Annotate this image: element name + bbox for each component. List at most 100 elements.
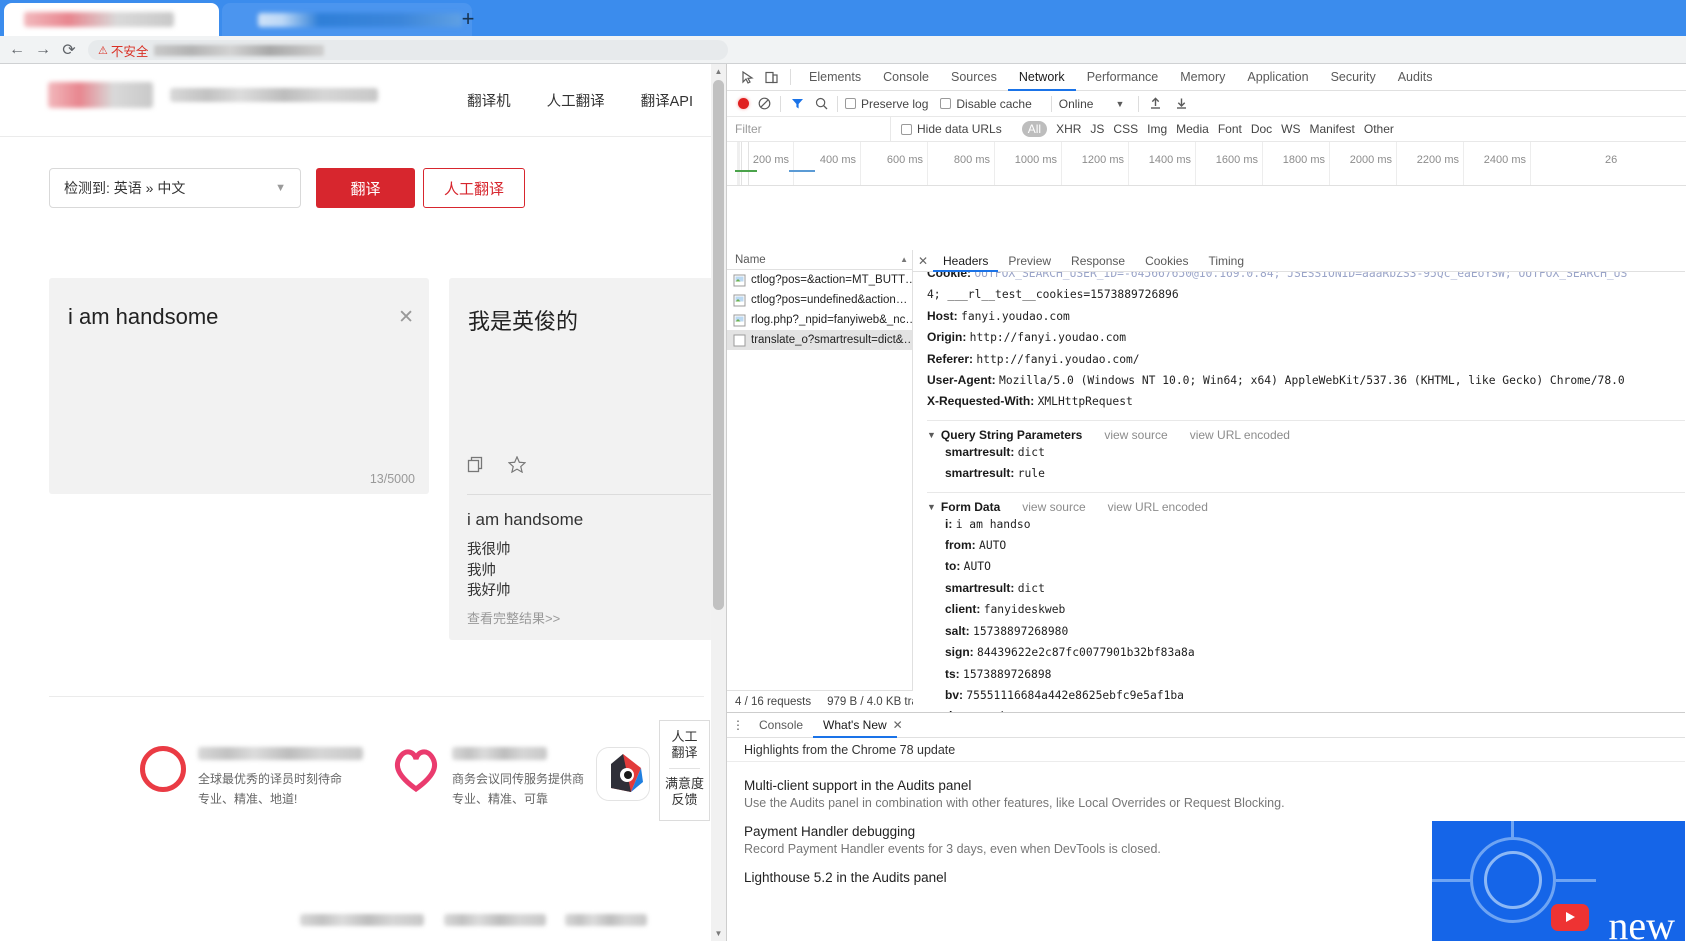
tab-console[interactable]: Console: [872, 64, 940, 91]
requests-count: 4 / 16 requests: [735, 695, 812, 708]
tab-application[interactable]: Application: [1236, 64, 1319, 91]
whats-new-promo-banner[interactable]: new: [1432, 821, 1685, 941]
dictionary-entry: 我好帅: [467, 583, 511, 599]
view-url-encoded-link[interactable]: view URL encoded: [1190, 428, 1290, 442]
site-nav-item-2[interactable]: 翻译API: [641, 90, 693, 111]
human-translate-button[interactable]: 人工翻译: [423, 168, 525, 208]
search-icon[interactable]: [812, 95, 830, 113]
drawer-tab-whats-new[interactable]: What's New: [813, 713, 897, 738]
forward-icon[interactable]: →: [30, 37, 56, 63]
ad-item[interactable]: 全球最优秀的译员时刻待命 专业、精准、地道!: [140, 740, 363, 807]
overview-window[interactable]: [741, 142, 749, 185]
tab-elements[interactable]: Elements: [798, 64, 872, 91]
filter-xhr[interactable]: XHR: [1056, 122, 1081, 136]
whats-new-item-title[interactable]: Multi-client support in the Audits panel: [744, 778, 1685, 793]
side-tab-feedback[interactable]: 满意度 反馈: [660, 776, 709, 808]
drawer-tab-console[interactable]: Console: [749, 713, 813, 738]
footer-redacted-2: [444, 914, 546, 926]
tab-audits[interactable]: Audits: [1387, 64, 1444, 91]
view-url-encoded-link[interactable]: view URL encoded: [1108, 500, 1208, 514]
preserve-log-checkbox[interactable]: Preserve log: [845, 97, 928, 111]
disable-cache-checkbox[interactable]: Disable cache: [940, 97, 1032, 111]
request-row[interactable]: ctlog?pos=undefined&action…: [727, 290, 912, 310]
page-scrollbar[interactable]: ▲ ▼: [711, 64, 726, 941]
filter-input[interactable]: Filter: [727, 116, 891, 142]
form-param-row: smartresult: dict: [927, 578, 1685, 599]
filter-other[interactable]: Other: [1364, 122, 1394, 136]
reload-icon[interactable]: ⟳: [56, 37, 82, 63]
close-icon[interactable]: ✕: [893, 718, 911, 732]
clear-icon[interactable]: ✕: [398, 306, 414, 329]
scroll-down-icon[interactable]: ▼: [711, 926, 726, 941]
import-har-icon[interactable]: [1146, 95, 1164, 113]
side-tab-human-translate[interactable]: 人工 翻译: [660, 721, 709, 761]
filter-img[interactable]: Img: [1147, 122, 1167, 136]
view-source-link[interactable]: view source: [1022, 500, 1085, 514]
close-icon[interactable]: ✕: [913, 254, 933, 268]
back-icon[interactable]: ←: [4, 37, 30, 63]
detail-tab-preview[interactable]: Preview: [998, 250, 1061, 272]
sort-ascending-icon[interactable]: ▲: [900, 255, 908, 264]
record-icon[interactable]: [738, 98, 749, 109]
detail-tab-timing[interactable]: Timing: [1198, 250, 1254, 272]
hide-data-urls-checkbox[interactable]: Hide data URLs: [901, 122, 1002, 136]
browser-tab-secondary[interactable]: [222, 3, 472, 36]
triangle-down-icon[interactable]: ▼: [927, 430, 936, 440]
detail-tab-cookies[interactable]: Cookies: [1135, 250, 1198, 272]
site-subtitle-redacted: [170, 88, 378, 102]
app-download-icon[interactable]: [597, 748, 649, 800]
filter-media[interactable]: Media: [1176, 122, 1209, 136]
filter-css[interactable]: CSS: [1113, 122, 1138, 136]
form-param-row: client: fanyideskweb: [927, 599, 1685, 620]
tab-sources[interactable]: Sources: [940, 64, 1008, 91]
filter-all[interactable]: All: [1021, 121, 1048, 137]
headers-content: Cookie: OUTFOX_SEARCH_USER_ID=-645667650…: [913, 272, 1685, 712]
tab-performance[interactable]: Performance: [1076, 64, 1170, 91]
scroll-up-icon[interactable]: ▲: [711, 64, 726, 79]
inspect-element-icon[interactable]: [735, 66, 759, 88]
request-row-selected[interactable]: translate_o?smartresult=dict&…: [727, 330, 912, 350]
translate-button[interactable]: 翻译: [316, 168, 415, 208]
throttling-select[interactable]: Online ▼: [1059, 97, 1125, 111]
device-toolbar-icon[interactable]: [759, 66, 783, 88]
scrollbar-thumb[interactable]: [713, 80, 724, 610]
filter-doc[interactable]: Doc: [1251, 122, 1272, 136]
network-overview-timeline[interactable]: 200 ms 400 ms 600 ms 800 ms 1000 ms 1200…: [727, 142, 1686, 186]
language-selector[interactable]: 检测到: 英语 » 中文 ▼: [49, 168, 301, 208]
side-tab-panel[interactable]: 人工 翻译 满意度 反馈: [659, 720, 710, 821]
copy-icon[interactable]: [467, 456, 484, 473]
toolbar-divider: [1050, 95, 1052, 112]
new-tab-icon[interactable]: +: [456, 8, 480, 32]
browser-navigation-bar: ← → ⟳ ⚠ 不安全: [0, 36, 1686, 64]
request-list: Name ▲ ctlog?pos=&action=MT_BUTT… ctlog?…: [727, 250, 913, 712]
browser-tab-active[interactable]: [4, 3, 219, 36]
tab-security[interactable]: Security: [1320, 64, 1387, 91]
view-source-link[interactable]: view source: [1104, 428, 1167, 442]
ad-item[interactable]: 商务会议同传服务提供商 专业、精准、可靠: [392, 740, 584, 807]
request-row[interactable]: ctlog?pos=&action=MT_BUTT…: [727, 270, 912, 290]
triangle-down-icon[interactable]: ▼: [927, 502, 936, 512]
address-bar[interactable]: ⚠ 不安全: [88, 40, 728, 60]
detail-tab-response[interactable]: Response: [1061, 250, 1135, 272]
favorite-star-icon[interactable]: [508, 456, 526, 473]
filter-ws[interactable]: WS: [1281, 122, 1300, 136]
export-har-icon[interactable]: [1172, 95, 1190, 113]
request-list-header[interactable]: Name ▲: [727, 250, 912, 270]
network-main-area: Name ▲ ctlog?pos=&action=MT_BUTT… ctlog?…: [727, 250, 1685, 712]
tab-network[interactable]: Network: [1008, 64, 1076, 91]
more-options-icon[interactable]: ⋮: [727, 718, 749, 732]
site-nav-item-1[interactable]: 人工翻译: [547, 90, 605, 111]
filter-js[interactable]: JS: [1090, 122, 1104, 136]
source-text-panel[interactable]: i am handsome ✕ 13/5000: [49, 278, 429, 494]
request-row[interactable]: rlog.php?_npid=fanyiweb&_nc…: [727, 310, 912, 330]
tab-memory[interactable]: Memory: [1169, 64, 1236, 91]
view-full-result-link[interactable]: 查看完整结果>>: [467, 608, 560, 627]
detail-tab-headers[interactable]: Headers: [933, 250, 998, 272]
site-nav-item-0[interactable]: 翻译机: [467, 90, 511, 111]
form-param-row: to: AUTO: [927, 556, 1685, 577]
clear-icon[interactable]: [755, 95, 773, 113]
site-logo-redacted: [48, 82, 153, 108]
filter-funnel-icon[interactable]: [788, 95, 806, 113]
filter-manifest[interactable]: Manifest: [1310, 122, 1355, 136]
filter-font[interactable]: Font: [1218, 122, 1242, 136]
